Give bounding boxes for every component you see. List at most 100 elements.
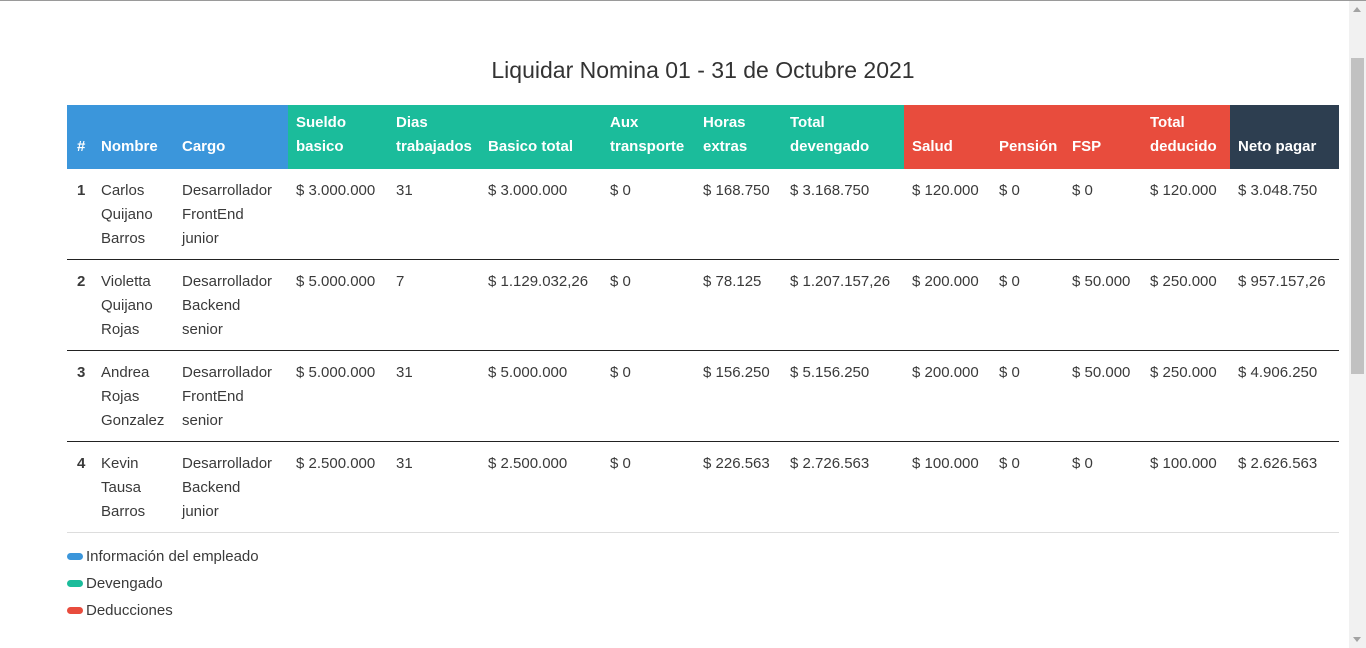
cargo-line: junior xyxy=(182,503,219,520)
cell-neto: $ 3.048.750 xyxy=(1230,169,1339,260)
cell-devengado: $ 1.207.157,26 xyxy=(782,259,904,351)
legend: Información del empleado Devengado Deduc… xyxy=(67,543,259,624)
cell-horas: $ 78.125 xyxy=(695,259,782,351)
header-total-deducido: Total deducido xyxy=(1142,105,1230,169)
header-aux-line2: transporte xyxy=(610,138,685,155)
cell-fsp: $ 50.000 xyxy=(1064,350,1142,442)
cell-pension: $ 0 xyxy=(991,441,1064,533)
cell-nombre: Andrea Rojas Gonzalez xyxy=(93,350,174,442)
cargo-line: FrontEnd xyxy=(182,388,244,405)
table-row: 1 Carlos Quijano Barros Desarrollador Front… xyxy=(67,169,1339,260)
cell-num: 1 xyxy=(67,169,93,260)
nombre-line: Barros xyxy=(101,230,146,247)
cell-nombre: Kevin Tausa Barros xyxy=(93,441,174,533)
legend-label: Devengado xyxy=(86,575,163,592)
cell-horas: $ 168.750 xyxy=(695,169,782,260)
table-body: 1 Carlos Quijano Barros Desarrollador Front… xyxy=(67,169,1339,533)
cell-pension: $ 0 xyxy=(991,169,1064,260)
cell-pension: $ 0 xyxy=(991,259,1064,351)
nombre-line: Quijano xyxy=(101,206,153,223)
cell-aux: $ 0 xyxy=(602,441,695,533)
cell-nombre: Carlos Quijano Barros xyxy=(93,169,174,260)
cargo-line: senior xyxy=(182,412,223,429)
cell-sueldo: $ 2.500.000 xyxy=(288,441,388,533)
cargo-line: Desarrollador xyxy=(182,273,273,290)
cell-deducido: $ 250.000 xyxy=(1142,350,1230,442)
cell-neto: $ 4.906.250 xyxy=(1230,350,1339,442)
cell-deducido: $ 100.000 xyxy=(1142,441,1230,533)
legend-item-deducciones: Deducciones xyxy=(67,597,259,624)
nombre-line: Gonzalez xyxy=(101,412,165,429)
header-nombre: Nombre xyxy=(93,105,174,169)
cell-salud: $ 200.000 xyxy=(904,350,991,442)
header-horas-extras: Horas extras xyxy=(695,105,782,169)
nombre-line: Carlos xyxy=(101,182,145,199)
header-aux-line1: Aux xyxy=(610,114,639,131)
cell-num: 4 xyxy=(67,441,93,533)
cell-horas: $ 226.563 xyxy=(695,441,782,533)
cargo-line: Desarrollador xyxy=(182,182,273,199)
header-horas-line2: extras xyxy=(703,138,748,155)
cell-deducido: $ 250.000 xyxy=(1142,259,1230,351)
cell-sueldo: $ 5.000.000 xyxy=(288,350,388,442)
cell-basico-total: $ 2.500.000 xyxy=(480,441,602,533)
header-devengado-line1: Total xyxy=(790,114,825,131)
cell-aux: $ 0 xyxy=(602,259,695,351)
cell-dias: 31 xyxy=(388,441,480,533)
scrollbar-thumb[interactable] xyxy=(1351,58,1364,374)
cell-dias: 31 xyxy=(388,350,480,442)
header-total-devengado: Total devengado xyxy=(782,105,904,169)
cell-cargo: Desarrollador Backend senior xyxy=(174,259,288,351)
nombre-line: Rojas xyxy=(101,321,140,338)
header-horas-line1: Horas xyxy=(703,114,746,131)
legend-label: Información del empleado xyxy=(86,548,259,565)
header-devengado-line2: devengado xyxy=(790,138,870,155)
nombre-line: Kevin xyxy=(101,455,139,472)
table-row: 2 Violetta Quijano Rojas Desarrollador Back… xyxy=(67,259,1339,351)
cell-salud: $ 200.000 xyxy=(904,259,991,351)
header-dias-line1: Dias xyxy=(396,114,428,131)
cell-devengado: $ 3.168.750 xyxy=(782,169,904,260)
cell-cargo: Desarrollador Backend junior xyxy=(174,441,288,533)
table-row: 4 Kevin Tausa Barros Desarrollador Backend j… xyxy=(67,441,1339,533)
cell-salud: $ 120.000 xyxy=(904,169,991,260)
nombre-line: Violetta xyxy=(101,273,151,290)
cargo-line: Backend xyxy=(182,297,241,314)
legend-item-devengado: Devengado xyxy=(67,570,259,597)
nombre-line: Barros xyxy=(101,503,146,520)
header-neto-pagar: Neto pagar xyxy=(1230,105,1339,169)
legend-swatch-icon xyxy=(67,553,83,560)
scroll-up-arrow-icon[interactable] xyxy=(1353,7,1361,12)
cell-fsp: $ 0 xyxy=(1064,441,1142,533)
vertical-scrollbar[interactable] xyxy=(1349,1,1366,648)
nombre-line: Quijano xyxy=(101,297,153,314)
header-deducido-line2: deducido xyxy=(1150,138,1217,155)
cell-num: 3 xyxy=(67,350,93,442)
header-sueldo-basico: Sueldo basico xyxy=(288,105,388,169)
cell-basico-total: $ 5.000.000 xyxy=(480,350,602,442)
cell-basico-total: $ 3.000.000 xyxy=(480,169,602,260)
cell-salud: $ 100.000 xyxy=(904,441,991,533)
header-cargo: Cargo xyxy=(174,105,288,169)
legend-label: Deducciones xyxy=(86,602,173,619)
header-sueldo-line2: basico xyxy=(296,138,344,155)
cargo-line: Backend xyxy=(182,479,241,496)
table-row: 3 Andrea Rojas Gonzalez Desarrollador Front… xyxy=(67,350,1339,442)
header-aux-transporte: Aux transporte xyxy=(602,105,695,169)
header-pension: Pensión xyxy=(991,105,1064,169)
nombre-line: Rojas xyxy=(101,388,140,405)
cell-aux: $ 0 xyxy=(602,350,695,442)
scroll-down-arrow-icon[interactable] xyxy=(1353,637,1361,642)
payroll-table: # Nombre Cargo Sueldo basico Dias trabajad… xyxy=(67,105,1339,533)
legend-swatch-icon xyxy=(67,607,83,614)
cell-dias: 31 xyxy=(388,169,480,260)
cell-neto: $ 2.626.563 xyxy=(1230,441,1339,533)
table-header: # Nombre Cargo Sueldo basico Dias trabajad… xyxy=(67,105,1339,169)
header-salud: Salud xyxy=(904,105,991,169)
nombre-line: Tausa xyxy=(101,479,142,496)
legend-item-info: Información del empleado xyxy=(67,543,259,570)
cell-nombre: Violetta Quijano Rojas xyxy=(93,259,174,351)
page-title: Liquidar Nomina 01 - 31 de Octubre 2021 xyxy=(491,57,915,83)
cell-fsp: $ 0 xyxy=(1064,169,1142,260)
header-dias-trabajados: Dias trabajados xyxy=(388,105,480,169)
